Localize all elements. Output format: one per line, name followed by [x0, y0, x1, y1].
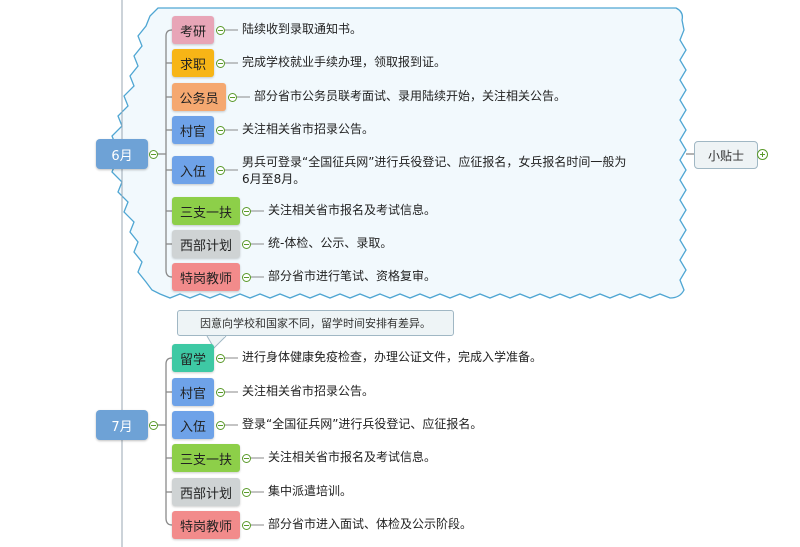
category-label: 村官	[179, 386, 206, 402]
description-line: 男兵可登录“全国征兵网”进行兵役登记、应征报名，女兵报名时间一般为	[242, 155, 627, 169]
month-label: 6月	[111, 148, 133, 164]
category-node[interactable]: 公务员	[172, 83, 226, 111]
description-line: 登录“全国征兵网”进行兵役登记、应征报名。	[242, 417, 483, 431]
description-text: 关注相关省市报名及考试信息。	[268, 202, 436, 219]
description-text: 完成学校就业手续办理，领取报到证。	[242, 54, 446, 71]
description-line: 部分省市公务员联考面试、录用陆续开始，关注相关公告。	[254, 89, 567, 103]
description-line: 关注相关省市报名及考试信息。	[268, 203, 437, 217]
category-node[interactable]: 入伍	[172, 156, 214, 184]
category-node[interactable]: 求职	[172, 49, 214, 77]
category-node[interactable]: 村官	[172, 116, 214, 144]
description-line: 进行身体健康免疫检查，办理公证文件，完成入学准备。	[242, 350, 543, 364]
category-node[interactable]: 西部计划	[172, 478, 240, 506]
collapse-icon[interactable]	[216, 126, 225, 135]
category-label: 特岗教师	[179, 271, 232, 287]
collapse-icon[interactable]	[216, 59, 225, 68]
category-label: 三支一扶	[179, 452, 232, 468]
description-text: 关注相关省市招录公告。	[242, 383, 374, 400]
expand-icon[interactable]	[757, 149, 768, 160]
tip-node[interactable]: 小贴士	[694, 141, 758, 169]
callout-text: 因意向学校和国家不同，留学时间安排有差异。	[200, 317, 431, 330]
category-label: 考研	[179, 24, 206, 40]
category-label: 求职	[179, 57, 206, 73]
collapse-icon[interactable]	[242, 454, 251, 463]
category-node[interactable]: 考研	[172, 16, 214, 44]
collapse-icon[interactable]	[242, 521, 251, 530]
collapse-icon[interactable]	[216, 421, 225, 430]
description-text: 登录“全国征兵网”进行兵役登记、应征报名。	[242, 416, 482, 433]
category-node[interactable]: 村官	[172, 378, 214, 406]
description-line: 关注相关省市招录公告。	[242, 122, 375, 136]
description-text: 部分省市进入面试、体检及公示阶段。	[268, 516, 472, 533]
category-node[interactable]: 特岗教师	[172, 263, 240, 291]
category-label: 公务员	[179, 91, 219, 107]
description-line: 陆续收到录取通知书。	[242, 22, 363, 36]
description-text: 关注相关省市报名及考试信息。	[268, 449, 436, 466]
description-line: 关注相关省市报名及考试信息。	[268, 450, 437, 464]
category-node[interactable]: 三支一扶	[172, 197, 240, 225]
description-text: 男兵可登录“全国征兵网”进行兵役登记、应征报名，女兵报名时间一般为 6月至8月。	[242, 154, 626, 188]
collapse-icon[interactable]	[242, 207, 251, 216]
description-text: 集中派遣培训。	[268, 483, 352, 500]
description-line: 部分省市进行笔试、资格复审。	[268, 269, 437, 283]
collapse-icon[interactable]	[242, 240, 251, 249]
category-node[interactable]: 特岗教师	[172, 511, 240, 539]
collapse-icon[interactable]	[228, 93, 237, 102]
category-label: 特岗教师	[179, 519, 232, 535]
category-node[interactable]: 留学	[172, 344, 214, 372]
tip-label: 小贴士	[707, 148, 744, 163]
collapse-icon[interactable]	[242, 488, 251, 497]
collapse-icon[interactable]	[216, 166, 225, 175]
description-text: 部分省市进行笔试、资格复审。	[268, 268, 436, 285]
category-label: 入伍	[179, 164, 206, 180]
description-line: 部分省市进入面试、体检及公示阶段。	[268, 517, 473, 531]
description-text: 统-体检、公示、录取。	[268, 235, 392, 252]
month-node-july[interactable]: 7月	[96, 410, 148, 440]
collapse-icon[interactable]	[216, 388, 225, 397]
collapse-icon[interactable]	[216, 26, 225, 35]
description-line: 关注相关省市招录公告。	[242, 384, 375, 398]
category-node[interactable]: 西部计划	[172, 230, 240, 258]
category-node[interactable]: 入伍	[172, 411, 214, 439]
collapse-icon[interactable]	[216, 354, 225, 363]
description-line: 统-体检、公示、录取。	[268, 236, 393, 250]
collapse-icon[interactable]	[149, 421, 158, 430]
collapse-icon[interactable]	[149, 150, 158, 159]
description-text: 陆续收到录取通知书。	[242, 21, 362, 38]
study-abroad-callout: 因意向学校和国家不同，留学时间安排有差异。	[177, 310, 454, 336]
description-text: 关注相关省市招录公告。	[242, 121, 374, 138]
category-label: 入伍	[179, 419, 206, 435]
category-label: 村官	[179, 124, 206, 140]
category-label: 三支一扶	[179, 205, 232, 221]
collapse-icon[interactable]	[242, 273, 251, 282]
category-label: 西部计划	[179, 486, 232, 502]
month-node-june[interactable]: 6月	[96, 139, 148, 169]
description-line: 6月至8月。	[242, 172, 306, 186]
description-text: 进行身体健康免疫检查，办理公证文件，完成入学准备。	[242, 349, 542, 366]
category-node[interactable]: 三支一扶	[172, 444, 240, 472]
month-label: 7月	[111, 419, 133, 435]
category-label: 留学	[179, 352, 206, 368]
category-label: 西部计划	[179, 238, 232, 254]
description-line: 集中派遣培训。	[268, 484, 353, 498]
description-line: 完成学校就业手续办理，领取报到证。	[242, 55, 447, 69]
description-text: 部分省市公务员联考面试、录用陆续开始，关注相关公告。	[254, 88, 566, 105]
